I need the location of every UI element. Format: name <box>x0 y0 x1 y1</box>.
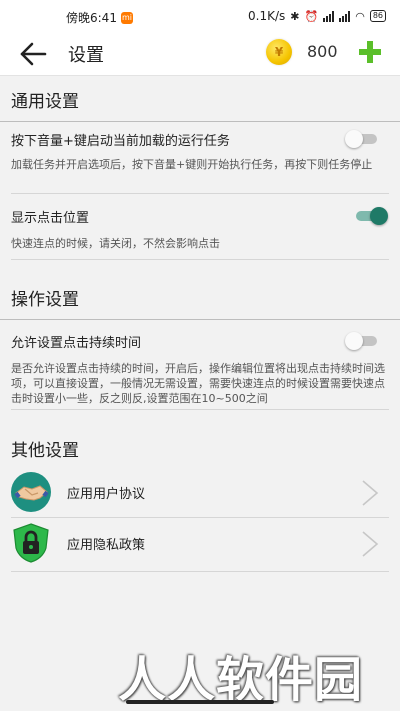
status-right: 0.1K/s ✱ ⏰ ◠ 86 <box>248 9 386 23</box>
chevron-right-icon <box>362 531 379 557</box>
coin-count: 800 <box>307 42 338 61</box>
divider <box>11 409 389 410</box>
list-item-label: 应用用户协议 <box>67 487 146 502</box>
list-item-user-agreement[interactable]: 应用用户协议 <box>0 467 400 517</box>
setting-volume-key: 按下音量+键启动当前加载的运行任务 加载任务并开启选项后，按下音量+键则开始执行… <box>11 130 389 190</box>
divider <box>11 259 389 260</box>
divider <box>11 571 389 572</box>
navigation-gesture-bar[interactable] <box>126 700 274 704</box>
chevron-right-icon <box>362 480 379 506</box>
setting-click-duration: 允许设置点击持续时间 是否允许设置点击持续的时间，开启后，操作编辑位置将出现点击… <box>11 332 389 405</box>
setting-title-click-duration: 允许设置点击持续时间 <box>11 336 142 351</box>
lock-shield-icon <box>13 523 49 563</box>
status-time: 傍晚6:41 <box>66 11 117 25</box>
mi-notification-icon: mi <box>120 11 133 24</box>
toggle-show-click[interactable] <box>354 207 388 225</box>
section-header-other: 其他设置 <box>0 425 400 465</box>
section-title-other: 其他设置 <box>11 441 79 461</box>
handshake-icon <box>11 472 51 512</box>
section-header-general: 通用设置 <box>0 76 400 122</box>
divider <box>11 193 389 194</box>
toggle-volume-key[interactable] <box>345 130 379 148</box>
bluetooth-icon: ✱ <box>290 9 300 23</box>
setting-show-click: 显示点击位置 快速连点的时候，请关闭，不然会影响点击 <box>11 207 389 257</box>
section-title-general: 通用设置 <box>11 92 79 112</box>
status-left: 傍晚6:41 mi <box>66 9 133 26</box>
toggle-click-duration[interactable] <box>345 332 379 350</box>
setting-desc-show-click: 快速连点的时候，请关闭，不然会影响点击 <box>11 237 220 250</box>
battery-icon: 86 <box>369 10 386 22</box>
list-item-label: 应用隐私政策 <box>67 538 146 553</box>
back-arrow-icon[interactable] <box>18 40 48 68</box>
page-title: 设置 <box>68 45 104 66</box>
signal-icon-2 <box>339 10 351 22</box>
section-header-operation: 操作设置 <box>0 274 400 320</box>
signal-icon <box>323 10 335 22</box>
setting-desc-volume-key: 加载任务并开启选项后，按下音量+键则开始执行任务，再按下则任务停止 <box>11 158 373 171</box>
add-plus-icon[interactable] <box>356 38 384 66</box>
status-bar: 傍晚6:41 mi 0.1K/s ✱ ⏰ ◠ 86 <box>0 0 400 32</box>
list-item-privacy-policy[interactable]: 应用隐私政策 <box>0 518 400 568</box>
setting-title-show-click: 显示点击位置 <box>11 211 90 226</box>
section-title-operation: 操作设置 <box>11 290 79 310</box>
watermark-logo: 人人软件园 <box>118 652 364 708</box>
setting-title-volume-key: 按下音量+键启动当前加载的运行任务 <box>11 134 230 149</box>
coin-icon: ¥ <box>266 39 292 65</box>
app-bar: 设置 ¥ 800 <box>0 32 400 76</box>
net-speed: 0.1K/s <box>248 9 286 23</box>
setting-desc-click-duration: 是否允许设置点击持续的时间，开启后，操作编辑位置将出现点击持续时间选项，可以直接… <box>11 362 385 405</box>
alarm-icon: ⏰ <box>304 9 319 23</box>
wifi-icon: ◠ <box>355 9 365 23</box>
